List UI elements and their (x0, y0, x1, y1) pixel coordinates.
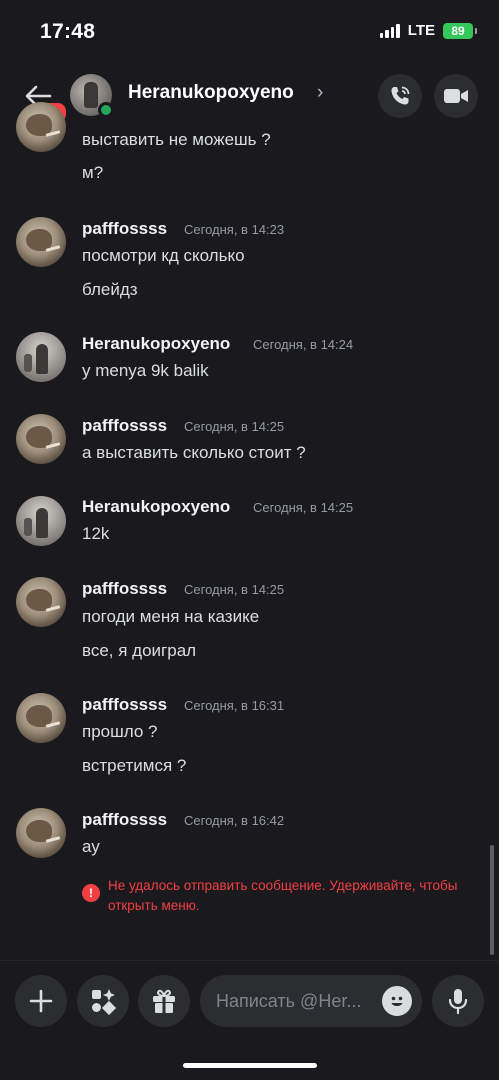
message-text: все, я доиграл (82, 641, 197, 660)
contact-name[interactable]: Heranukopoxyeno (128, 82, 294, 104)
gift-button[interactable] (138, 975, 190, 1027)
avatar[interactable] (16, 496, 66, 546)
voice-call-button[interactable] (378, 74, 422, 118)
message-text: выставить не можешь ? (82, 130, 271, 149)
gift-icon (153, 989, 175, 1013)
message-timestamp: Сегодня, в 16:31 (184, 698, 285, 713)
message-author[interactable]: pafffossss (82, 219, 167, 239)
message-timestamp: Сегодня, в 14:24 (253, 337, 354, 352)
voice-message-button[interactable] (432, 975, 484, 1027)
message-timestamp: Сегодня, в 14:23 (184, 222, 285, 237)
status-bar: 17:48 LTE 89 (0, 0, 499, 62)
message-text: посмотри кд сколько (82, 246, 245, 265)
status-time: 17:48 (40, 20, 96, 43)
message-text: ау (82, 837, 100, 856)
avatar[interactable] (16, 217, 66, 267)
network-label: LTE (407, 22, 435, 39)
message-text: прошло ? (82, 722, 158, 741)
message-text: блейдз (82, 280, 138, 299)
microphone-icon (448, 989, 468, 1015)
avatar[interactable] (16, 332, 66, 382)
error-icon: ! (82, 884, 100, 902)
video-camera-icon (444, 89, 468, 103)
message-author[interactable]: Heranukopoxyeno (82, 497, 230, 517)
avatar[interactable] (16, 808, 66, 858)
message-timestamp: Сегодня, в 14:25 (253, 500, 354, 515)
message-author[interactable]: pafffossss (82, 579, 167, 599)
avatar[interactable] (16, 577, 66, 627)
message-input[interactable] (216, 975, 376, 1027)
message-timestamp: Сегодня, в 14:25 (184, 582, 285, 597)
message-author[interactable]: Heranukopoxyeno (82, 334, 230, 354)
composer-bar (0, 960, 499, 1080)
chevron-right-icon[interactable]: › (317, 82, 323, 104)
message-text: у menya 9k balik (82, 361, 209, 380)
chat-header: 99 Heranukopoxyeno › (0, 62, 499, 132)
home-indicator[interactable] (183, 1063, 317, 1068)
message-author[interactable]: pafffossss (82, 695, 167, 715)
video-call-button[interactable] (434, 74, 478, 118)
status-indicators: LTE 89 (379, 22, 477, 39)
battery-icon: 89 (443, 22, 477, 39)
message-text: а выставить сколько стоит ? (82, 443, 306, 462)
emoji-button[interactable] (382, 986, 412, 1016)
message-author[interactable]: pafffossss (82, 416, 167, 436)
message-composer[interactable] (200, 975, 422, 1027)
scrollbar[interactable] (490, 845, 494, 955)
avatar[interactable] (16, 693, 66, 743)
message-timestamp: Сегодня, в 16:42 (184, 813, 285, 828)
plus-icon (29, 989, 53, 1013)
battery-level: 89 (451, 23, 465, 38)
message-timestamp: Сегодня, в 14:25 (184, 419, 285, 434)
avatar[interactable] (16, 102, 66, 152)
apps-icon (92, 989, 117, 1015)
phone-call-icon (391, 86, 410, 105)
send-error-message[interactable]: Не удалось отправить сообщение. Удержива… (108, 876, 468, 916)
message-text: 12k (82, 524, 110, 543)
signal-icon (379, 23, 400, 38)
emoji-icon (391, 996, 403, 1006)
message-text: погоди меня на казике (82, 607, 260, 626)
online-status-dot (98, 102, 114, 118)
avatar[interactable] (16, 414, 66, 464)
attach-button[interactable] (15, 975, 67, 1027)
message-text: м? (82, 163, 104, 182)
message-author[interactable]: pafffossss (82, 810, 167, 830)
message-text: встретимся ? (82, 756, 187, 775)
apps-button[interactable] (77, 975, 129, 1027)
